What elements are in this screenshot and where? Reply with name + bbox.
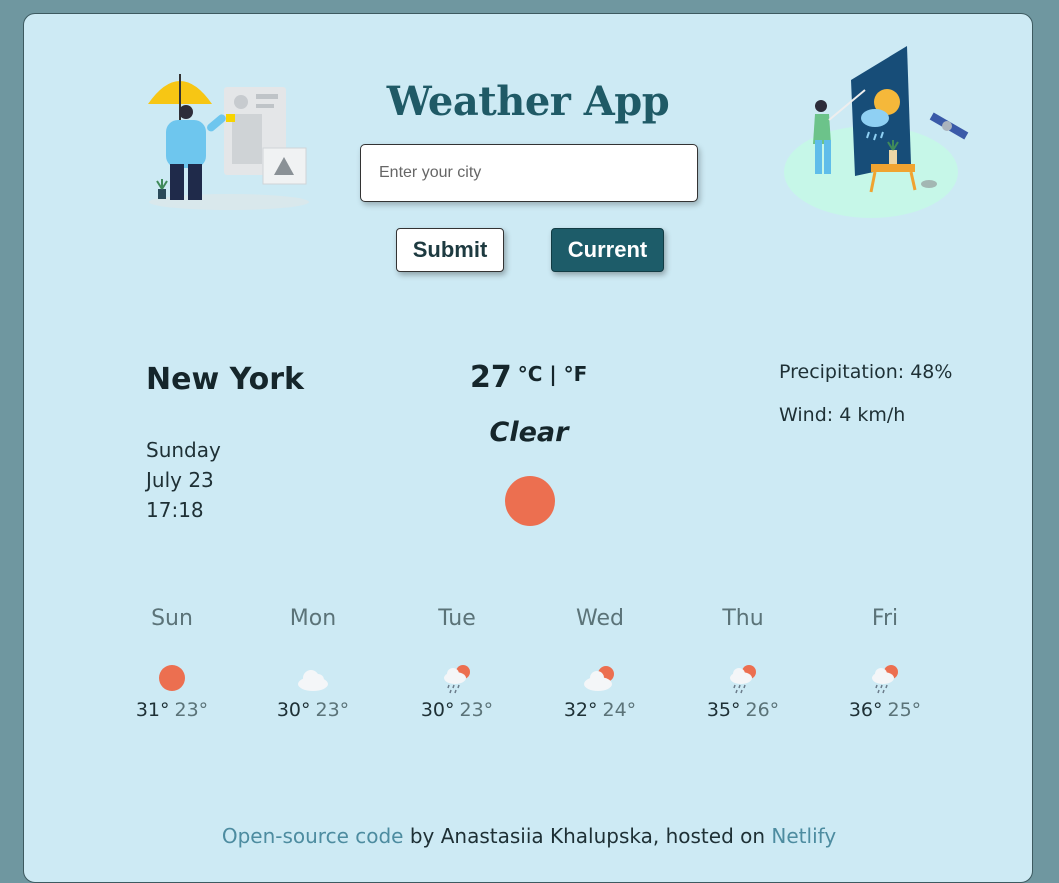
forecast-max: 30° [420,699,455,721]
forecast-day: Wed 32° 24° [540,606,660,721]
weather-board-illustration [784,46,969,218]
current-time: 17:18 [146,498,204,522]
forecast-day-name: Mon [289,606,337,631]
sun-icon [159,665,185,691]
cloud-sun-icon [584,666,614,691]
forecast-day-name: Sun [151,606,193,631]
forecast-max: 32° [563,699,598,721]
submit-button[interactable]: Submit [396,228,504,272]
forecast-max: 30° [276,699,311,721]
footer-credit: by Anastasiia Khalupska, hosted on [403,824,772,848]
forecast-min: 23° [174,699,209,721]
precipitation: Precipitation: 48% [779,361,953,383]
forecast-max: 31° [135,699,170,721]
forecast-day: Mon 30° 23° [253,606,373,721]
forecast-day-name: Thu [722,606,764,631]
rain-sun-icon [730,665,756,694]
forecast-max: 36° [848,699,883,721]
rain-sun-icon [872,665,898,694]
temperature-value: 27 [470,360,512,395]
forecast-day: Sun 31° 23° [112,606,232,721]
forecast-min: 23° [315,699,350,721]
forecast-day-name: Fri [871,606,899,631]
app-card: Weather App Submit Current New York Sund… [23,13,1033,883]
forecast-day-name: Tue [438,606,476,631]
app-title: Weather App [386,78,670,125]
unit-toggle[interactable]: °C | °F [518,362,588,386]
netlify-link[interactable]: Netlify [771,824,836,848]
forecast-min: 26° [745,699,780,721]
cloud-icon [298,670,328,691]
forecast-min: 24° [602,699,637,721]
wind: Wind: 4 km/h [779,404,906,426]
rain-sun-icon [444,665,470,694]
current-date: July 23 [146,468,214,492]
forecast-min: 23° [459,699,494,721]
city-name: New York [146,362,304,397]
forecast-day: Fri 36° 25° [825,606,945,721]
footer: Open-source code by Anastasiia Khalupska… [24,824,1034,848]
current-location-button[interactable]: Current [551,228,664,272]
source-code-link[interactable]: Open-source code [222,824,404,848]
sun-icon [505,476,555,526]
forecast-min: 25° [887,699,922,721]
current-temperature: 27 °C | °F [470,360,587,395]
forecast-day: Thu 35° 26° [683,606,803,721]
forecast-max: 35° [706,699,741,721]
forecast-day-name: Wed [576,606,624,631]
city-search-input[interactable] [360,144,698,202]
forecast-day: Tue 30° 23° [397,606,517,721]
forecast: Sun 31° 23° Mon 30° 23° Tue 30° 23° Wed … [99,606,969,746]
